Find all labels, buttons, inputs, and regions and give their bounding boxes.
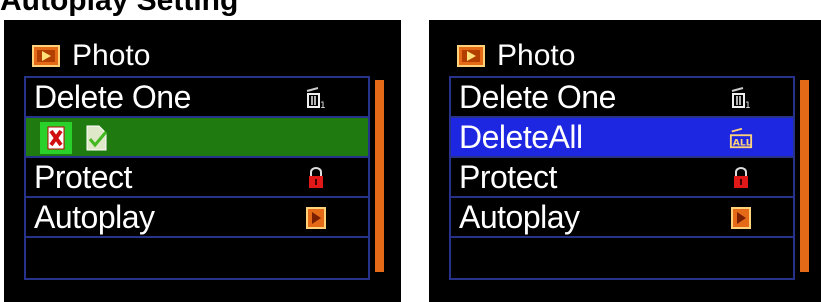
photo-play-icon [457,45,485,67]
trash-all-icon: ALL [729,127,753,148]
menu-item-autoplay[interactable]: Autoplay [451,198,793,238]
delete-x-icon[interactable] [40,122,72,154]
menu-item-protect[interactable]: Protect [451,158,793,198]
svg-text:1: 1 [745,101,751,109]
menu-item-label: Autoplay [459,199,580,235]
menu-item-protect[interactable]: Protect [26,158,368,198]
trash-one-icon: 1 [306,87,326,109]
menu-list: Delete One 1 Protect Autoplay [24,76,370,280]
lock-icon [734,167,748,188]
camera-menu-screen-left: Photo Delete One 1 Protect Autoplay [4,20,401,302]
scrollbar[interactable] [375,80,384,272]
lock-icon [309,167,323,188]
menu-title: Photo [32,36,150,76]
play-icon [731,207,751,229]
menu-title: Photo [457,36,575,76]
menu-item-delete-one[interactable]: Delete One 1 [26,78,368,118]
trash-one-icon: 1 [731,87,751,109]
menu-item-delete-submenu[interactable] [26,118,368,158]
menu-item-autoplay[interactable]: Autoplay [26,198,368,238]
menu-item-label: Autoplay [34,199,155,235]
menu-item-label: Delete One [459,79,616,115]
play-icon [306,207,326,229]
menu-item-label: Protect [459,159,557,195]
menu-item-delete-all[interactable]: DeleteAll ALL [451,118,793,158]
menu-item-delete-one[interactable]: Delete One 1 [451,78,793,118]
menu-item-label: Delete One [34,79,191,115]
menu-list: Delete One 1 DeleteAll ALL Protect Autop… [449,76,795,280]
caption-title: Autoplay Setting [0,0,239,17]
confirm-check-icon[interactable] [84,124,110,152]
photo-play-icon [32,45,60,67]
menu-item-label: Protect [34,159,132,195]
svg-text:ALL: ALL [733,137,752,148]
svg-text:1: 1 [320,101,326,109]
menu-title-label: Photo [72,39,151,72]
camera-menu-screen-right: Photo Delete One 1 DeleteAll ALL Protect [429,20,821,302]
menu-title-label: Photo [497,39,576,72]
scrollbar[interactable] [800,80,809,272]
menu-item-label: DeleteAll [459,119,583,155]
